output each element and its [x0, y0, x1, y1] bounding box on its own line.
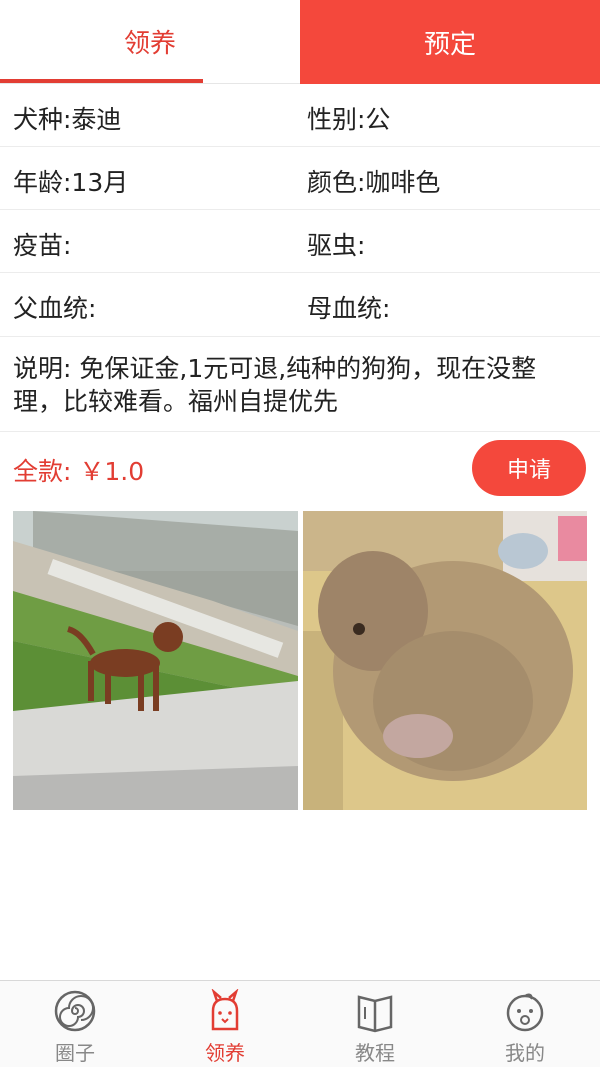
book-icon — [357, 995, 393, 1033]
nav-item-tutorial[interactable]: 教程 — [300, 981, 450, 1067]
mother-pedigree-text: 母血统: — [307, 294, 391, 323]
tab-reserve[interactable]: 预定 — [300, 0, 600, 84]
age-text: 年龄:13月 — [13, 168, 129, 197]
deworm-text: 驱虫: — [307, 231, 366, 260]
description-text: 说明: 免保证金,1元可退,纯种的狗狗，现在没整理，比较难看。福州自提优先 — [13, 354, 537, 416]
tab-reserve-label: 预定 — [423, 29, 476, 60]
dog-photo-2[interactable] — [303, 511, 587, 810]
detail-row-breed-gender: 犬种:泰迪 性别:公 — [0, 84, 600, 147]
gender-text: 性别:公 — [307, 105, 391, 134]
nav-item-mine[interactable]: 我的 — [450, 981, 600, 1067]
bottom-nav: 圈子 领养 教程 我的 — [0, 980, 600, 1067]
nav-label-adopt: 领养 — [205, 1041, 245, 1065]
nav-item-circle[interactable]: 圈子 — [0, 981, 150, 1067]
nav-label-mine: 我的 — [505, 1041, 545, 1065]
vaccine-text: 疫苗: — [13, 231, 72, 260]
dog-photo-1-image — [13, 511, 298, 810]
nav-label-tutorial: 教程 — [355, 1041, 395, 1065]
color-text: 颜色:咖啡色 — [307, 168, 441, 197]
nav-item-adopt[interactable]: 领养 — [150, 981, 300, 1067]
dog-photo-2-image — [303, 511, 587, 810]
nav-label-circle: 圈子 — [55, 1041, 95, 1065]
price-text: 全款: ￥1.0 — [13, 457, 145, 486]
tab-adopt[interactable]: 领养 — [0, 0, 300, 84]
dog-photo-1[interactable] — [13, 511, 298, 810]
detail-row-vaccine-deworm: 疫苗: 驱虫: — [0, 210, 600, 273]
bunny-icon — [211, 989, 239, 1031]
father-pedigree-text: 父血统: — [13, 294, 97, 323]
top-tabs: 领养 预定 — [0, 0, 600, 84]
breed-text: 犬种:泰迪 — [13, 105, 122, 134]
tab-active-indicator — [0, 79, 203, 83]
apply-button[interactable]: 申请 — [472, 440, 586, 496]
spiral-icon — [54, 990, 96, 1032]
baby-face-icon — [506, 993, 544, 1032]
tab-adopt-label: 领养 — [123, 29, 176, 59]
detail-row-age-color: 年龄:13月 颜色:咖啡色 — [0, 147, 600, 210]
detail-row-pedigree: 父血统: 母血统: — [0, 273, 600, 337]
